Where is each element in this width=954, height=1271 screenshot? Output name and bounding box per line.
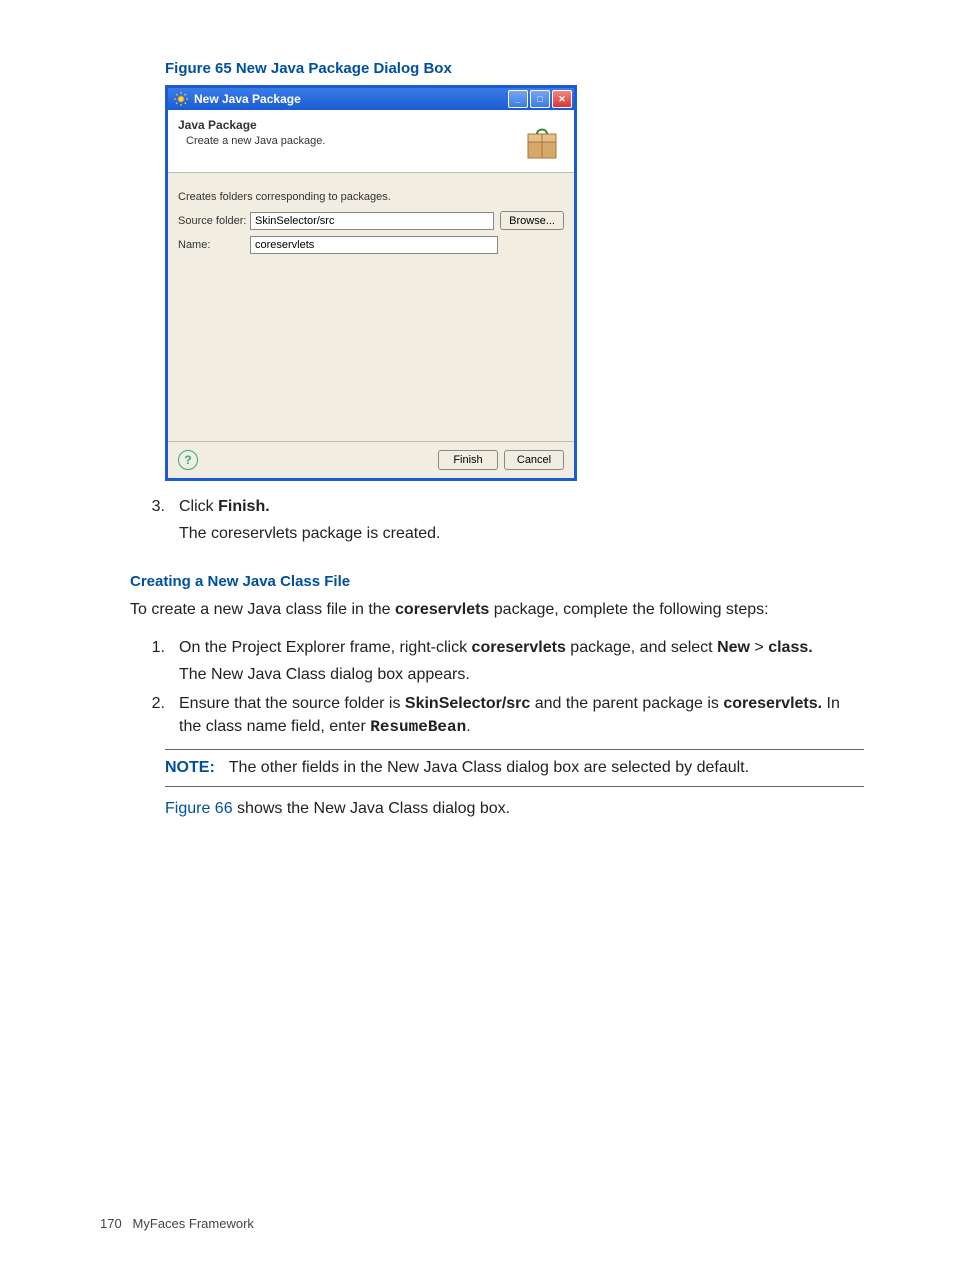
minimize-button[interactable]: _ [508, 90, 528, 108]
figure-caption: Figure 65 New Java Package Dialog Box [165, 60, 864, 77]
close-button[interactable]: ✕ [552, 90, 572, 108]
browse-button[interactable]: Browse... [500, 211, 564, 230]
banner-title: Java Package [178, 118, 520, 132]
source-folder-input[interactable] [250, 212, 494, 230]
step-subtext: The coreservlets package is created. [179, 522, 864, 545]
dialog-body: Creates folders corresponding to package… [168, 173, 574, 441]
dialog-new-java-package: New Java Package _ □ ✕ Java Package Crea… [165, 85, 577, 481]
step-content: Ensure that the source folder is SkinSel… [179, 692, 864, 739]
step-content: On the Project Explorer frame, right-cli… [179, 636, 864, 686]
note-block: NOTE: The other fields in the New Java C… [165, 749, 864, 786]
name-label: Name: [178, 239, 250, 251]
window-title: New Java Package [194, 92, 301, 106]
banner-description: Create a new Java package. [178, 135, 520, 147]
note-label: NOTE: [165, 756, 215, 779]
cancel-button[interactable]: Cancel [504, 450, 564, 470]
finish-button[interactable]: Finish [438, 450, 498, 470]
step-text: Click [179, 498, 218, 515]
note-text: The other fields in the New Java Class d… [229, 756, 749, 779]
source-folder-label: Source folder: [178, 215, 250, 227]
step-text-bold: Finish. [218, 498, 270, 515]
step-number: 1. [130, 636, 179, 686]
name-input[interactable] [250, 236, 498, 254]
body-note: Creates folders corresponding to package… [178, 191, 564, 203]
sun-icon [174, 92, 188, 106]
dialog-footer: ? Finish Cancel [168, 441, 574, 478]
help-icon[interactable]: ? [178, 450, 198, 470]
step-number: 2. [130, 692, 179, 739]
dialog-banner: Java Package Create a new Java package. [168, 110, 574, 173]
package-icon [520, 118, 564, 162]
step-number: 3. [130, 495, 179, 545]
figure-link[interactable]: Figure 66 [165, 800, 233, 817]
post-note-text: Figure 66 shows the New Java Class dialo… [165, 797, 864, 820]
maximize-button[interactable]: □ [530, 90, 550, 108]
page-footer: 170 MyFaces Framework [100, 1216, 254, 1231]
intro-paragraph: To create a new Java class file in the c… [130, 598, 864, 621]
section-heading: Creating a New Java Class File [130, 573, 864, 590]
titlebar[interactable]: New Java Package _ □ ✕ [168, 88, 574, 110]
